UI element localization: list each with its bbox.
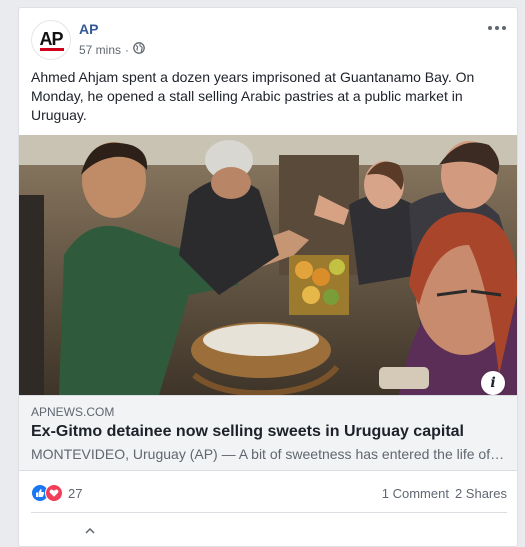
page-name-link[interactable]: AP bbox=[79, 21, 98, 37]
link-preview[interactable]: APNEWS.COM Ex-Gitmo detainee now selling… bbox=[19, 395, 517, 471]
comments-count-link[interactable]: 1 Comment bbox=[382, 486, 449, 501]
reactions-summary[interactable]: 27 bbox=[31, 484, 82, 502]
post-stats: 27 1 Comment 2 Shares bbox=[31, 482, 507, 504]
post-card: AP AP 57 mins · Ahmed Ahjam spent a doze… bbox=[18, 7, 518, 547]
link-description: MONTEVIDEO, Uruguay (AP) — A bit of swee… bbox=[31, 446, 505, 462]
shares-count-link[interactable]: 2 Shares bbox=[455, 486, 507, 501]
post-header: AP AP 57 mins · bbox=[31, 20, 507, 62]
meta-separator: · bbox=[125, 42, 130, 57]
avatar-logo-bar bbox=[40, 48, 64, 51]
stats-divider bbox=[31, 512, 507, 513]
reaction-count: 27 bbox=[68, 485, 83, 501]
more-options-icon[interactable] bbox=[485, 18, 509, 38]
love-icon bbox=[45, 484, 63, 502]
post-meta: 57 mins · bbox=[79, 42, 145, 57]
avatar-logo-text: AP bbox=[39, 28, 63, 49]
engagement-counts: 1 Comment 2 Shares bbox=[382, 486, 507, 501]
link-title[interactable]: Ex-Gitmo detainee now selling sweets in … bbox=[31, 423, 464, 441]
avatar[interactable]: AP bbox=[31, 20, 71, 60]
link-preview-image[interactable]: i bbox=[19, 135, 517, 395]
info-icon[interactable]: i bbox=[481, 371, 505, 395]
post-message: Ahmed Ahjam spent a dozen years imprison… bbox=[31, 69, 475, 123]
timestamp-link[interactable]: 57 mins bbox=[79, 43, 121, 57]
globe-icon[interactable] bbox=[133, 42, 145, 57]
market-photo bbox=[19, 135, 517, 395]
link-domain: APNEWS.COM bbox=[31, 405, 115, 419]
action-bar-edge bbox=[85, 521, 95, 534]
